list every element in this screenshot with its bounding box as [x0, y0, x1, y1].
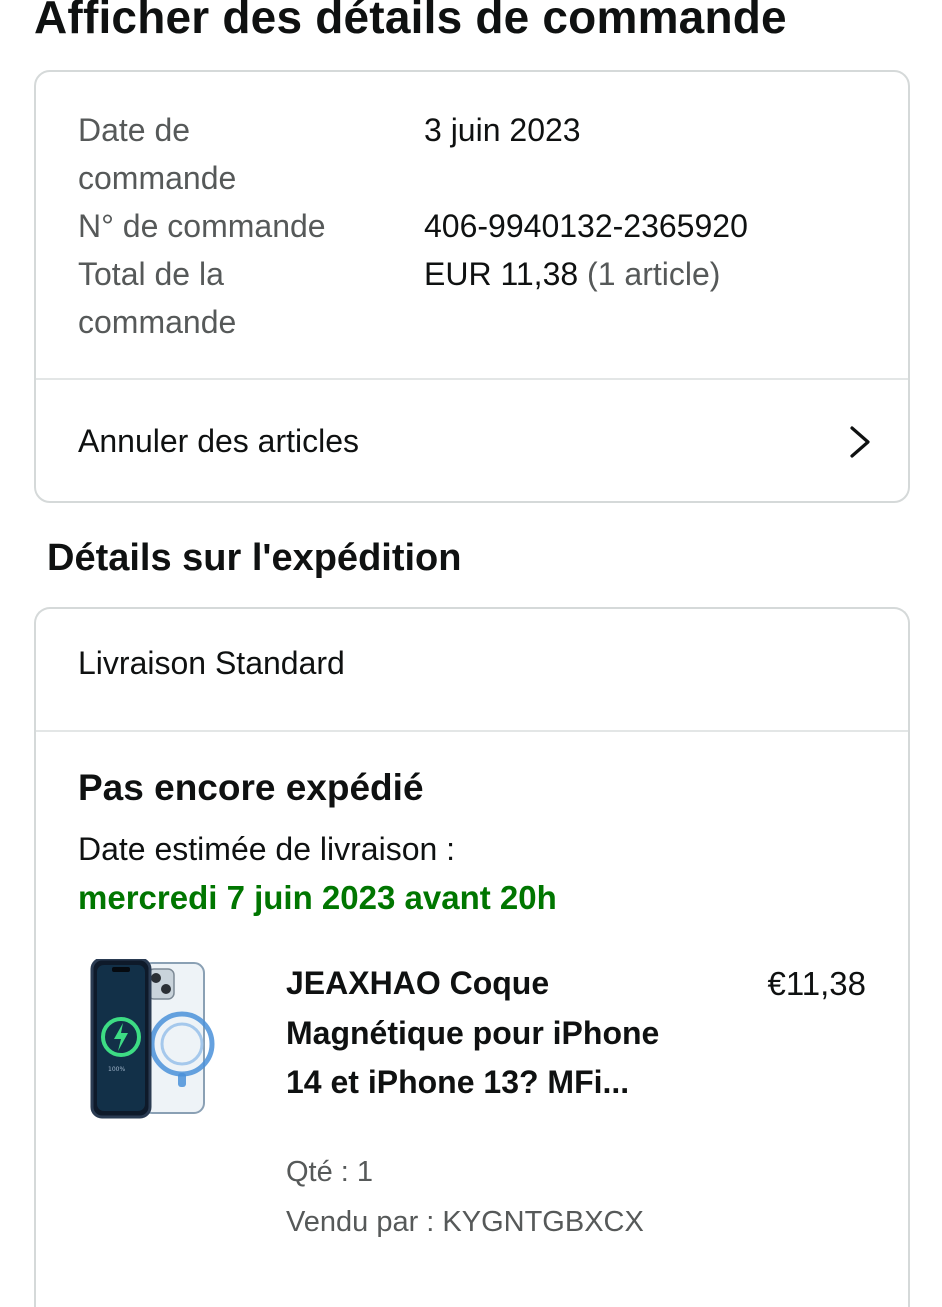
order-date-value: 3 juin 2023	[424, 112, 581, 148]
product-seller: Vendu par : KYGNTGBXCX	[286, 1206, 644, 1238]
order-number-row: N° de commande 406-9940132-2365920	[78, 202, 748, 250]
product-price: €11,38	[767, 965, 866, 1002]
order-total-value: EUR 11,38 (1 article)	[424, 250, 720, 346]
order-date-row: Date de commande 3 juin 2023	[78, 106, 748, 202]
svg-text:100%: 100%	[108, 1066, 125, 1073]
product-title-link[interactable]: JEAXHAO Coque Magnétique pour iPhone 14 …	[286, 959, 666, 1108]
shipping-card: Livraison Standard Pas encore expédié Da…	[34, 607, 910, 1307]
estimated-delivery-date: mercredi 7 juin 2023 avant 20h	[78, 879, 557, 916]
order-info-grid: Date de commande 3 juin 2023 N° de comma…	[78, 106, 748, 346]
order-date-label: Date de commande	[78, 112, 237, 196]
order-total-amount: EUR 11,38	[424, 256, 579, 292]
shipping-section-title: Détails sur l'expédition	[47, 537, 462, 579]
order-total-items: (1 article)	[587, 256, 721, 292]
order-summary-card: Date de commande 3 juin 2023 N° de comma…	[34, 70, 910, 503]
order-number-value: 406-9940132-2365920	[424, 208, 748, 244]
phone-case-product-image[interactable]: 100%	[90, 959, 240, 1121]
chevron-right-icon	[850, 425, 870, 458]
order-number-label: N° de commande	[78, 208, 326, 244]
estimated-delivery-label: Date estimée de livraison :	[78, 831, 456, 867]
cancel-items-link[interactable]: Annuler des articles	[36, 380, 908, 503]
product-quantity: Qté : 1	[286, 1156, 374, 1188]
shipping-method: Livraison Standard	[78, 645, 345, 681]
order-total-row: Total de la commande EUR 11,38 (1 articl…	[78, 250, 748, 346]
shipment-status: Pas encore expédié	[78, 767, 424, 808]
divider	[36, 730, 908, 732]
cancel-items-label: Annuler des articles	[78, 423, 360, 459]
order-total-label: Total de la commande	[78, 256, 237, 340]
page-title: Afficher des détails de commande	[34, 0, 787, 43]
